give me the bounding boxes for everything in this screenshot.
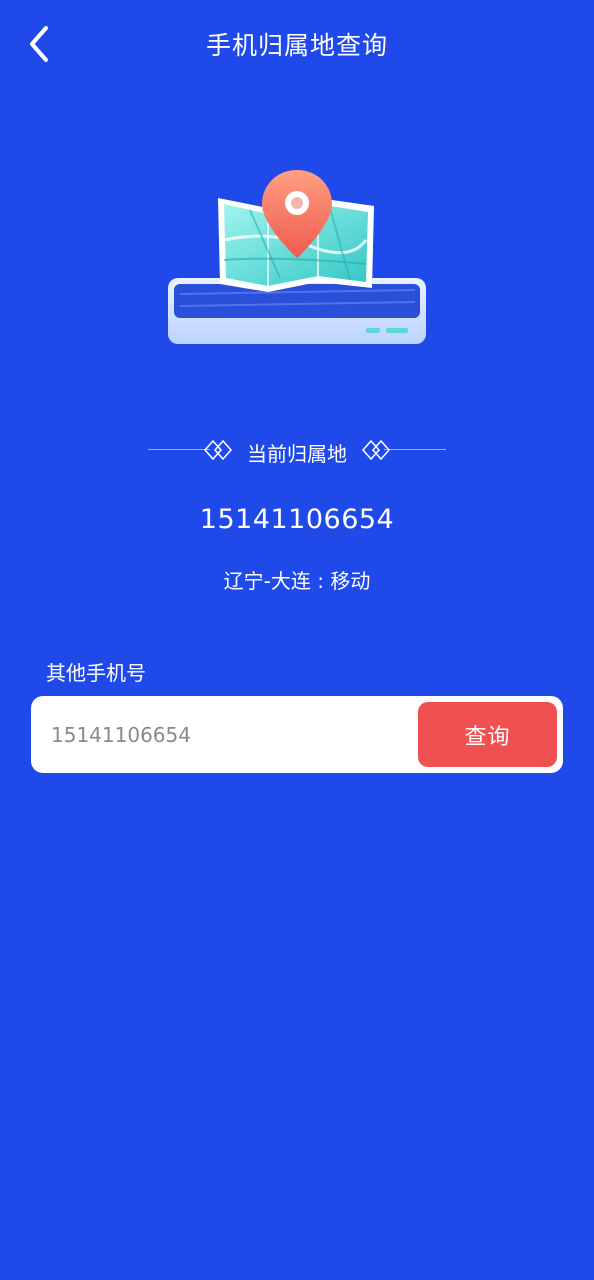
query-button[interactable]: 查询 xyxy=(418,702,557,767)
other-phone-label: 其他手机号 xyxy=(46,661,146,685)
current-location-divider: 当前归属地 xyxy=(140,432,454,468)
map-illustration xyxy=(160,160,435,360)
page-title: 手机归属地查询 xyxy=(205,31,388,60)
section-label: 当前归属地 xyxy=(247,442,347,466)
query-card: 查询 xyxy=(31,696,563,773)
map-location-pin-icon xyxy=(168,170,426,344)
current-location-text: 辽宁-大连 : 移动 xyxy=(223,569,371,593)
diamond-ornament-icon xyxy=(361,439,390,461)
phone-number-input[interactable] xyxy=(49,710,413,760)
current-phone-number: 15141106654 xyxy=(199,504,395,535)
divider-line-right xyxy=(384,449,446,450)
header: 手机归属地查询 xyxy=(0,0,594,90)
